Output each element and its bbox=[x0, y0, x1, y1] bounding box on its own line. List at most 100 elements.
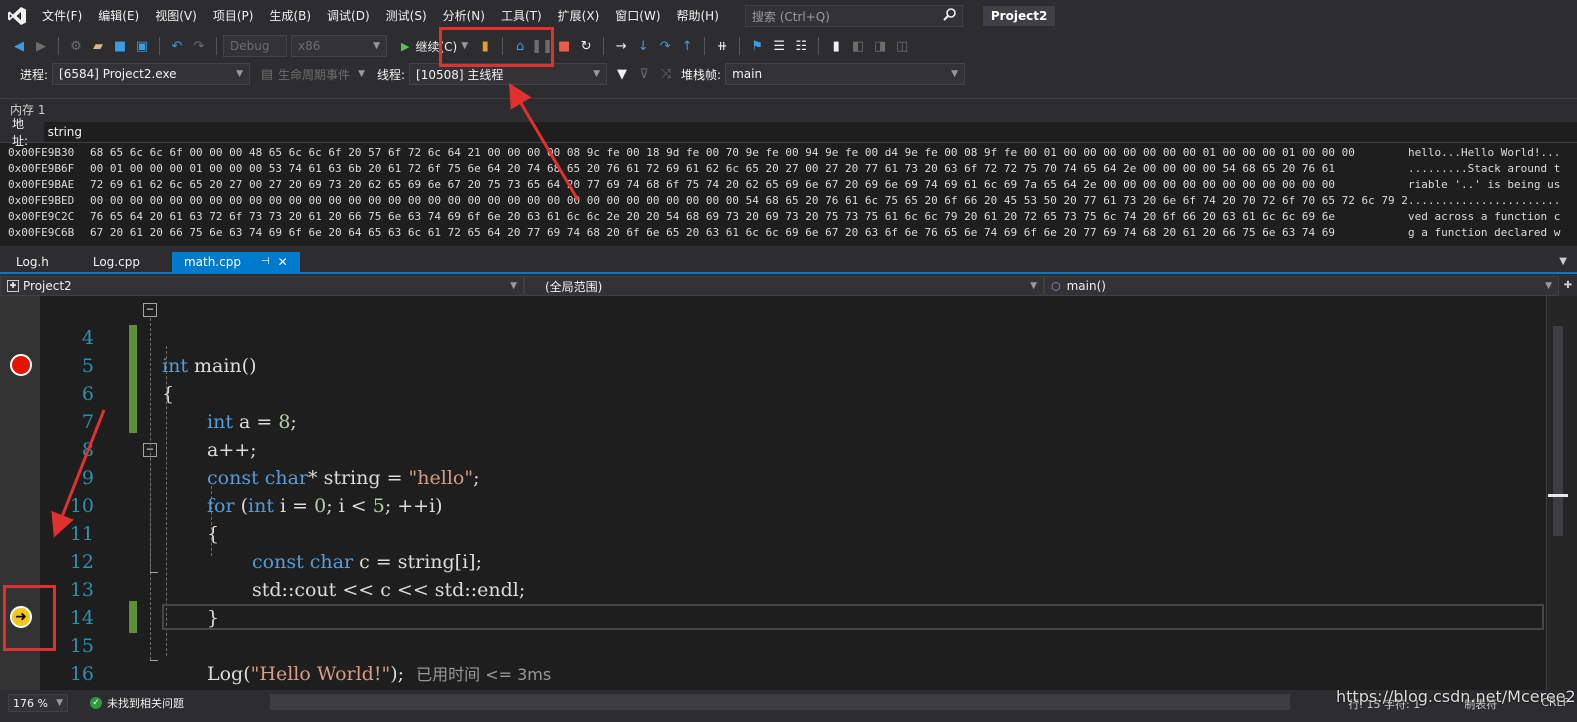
code-line[interactable]: 16 } bbox=[40, 632, 1545, 713]
process-value: [6584] Project2.exe bbox=[59, 67, 177, 81]
code-line[interactable]: 10 { bbox=[40, 464, 1545, 545]
string-literal: "Hello World!" bbox=[250, 663, 391, 685]
code-line[interactable]: 7 a++; bbox=[40, 380, 1545, 461]
code-line[interactable]: 9 for (int i = 0; i < 5; ++i) bbox=[40, 436, 1545, 517]
stop-debugging-icon[interactable]: ■ bbox=[553, 35, 575, 57]
code-line[interactable]: 14 bbox=[40, 576, 1545, 629]
clear-bookmarks-icon[interactable]: ◫ bbox=[891, 35, 913, 57]
next-bookmark-icon[interactable]: ◨ bbox=[869, 35, 891, 57]
code-line[interactable]: 4 int main() bbox=[40, 296, 1545, 377]
breakpoint-icon[interactable] bbox=[10, 354, 32, 376]
code-text: ); bbox=[390, 663, 405, 685]
memory-address: 0x00FE9C6B bbox=[8, 226, 75, 239]
flag-threads-icon[interactable]: ⤨ bbox=[655, 63, 677, 85]
memory-bytes: 00 00 00 00 00 00 00 00 00 00 00 00 00 0… bbox=[90, 194, 1408, 207]
code-editor[interactable]: ➜ − − 4 int main() 5 { 6 int a = 8; 7 a+… bbox=[0, 296, 1577, 713]
toolbar-divider bbox=[739, 37, 741, 55]
toolbar-divider bbox=[159, 37, 160, 55]
toolbar-divider bbox=[704, 37, 706, 55]
menu-extensions[interactable]: 扩展(X) bbox=[550, 0, 608, 32]
zoom-value: 176 % bbox=[13, 696, 48, 710]
show-next-statement-icon[interactable]: → bbox=[610, 35, 632, 57]
code-line[interactable]: 5 { bbox=[40, 324, 1545, 405]
menu-build[interactable]: 生成(B) bbox=[261, 0, 319, 32]
code-line[interactable]: 13 } bbox=[40, 548, 1545, 629]
menu-view[interactable]: 视图(V) bbox=[147, 0, 205, 32]
filter-flagged-icon[interactable]: ⊽ bbox=[633, 63, 655, 85]
memory-row[interactable]: 0x00FE9C2C 76 65 64 20 61 63 72 6f 73 73 … bbox=[0, 209, 1577, 225]
filter-icon[interactable]: ▼ bbox=[611, 63, 633, 85]
memory-ascii: hello...Hello World!... bbox=[1408, 146, 1561, 159]
restart-icon[interactable]: ↻ bbox=[575, 35, 597, 57]
step-out-icon[interactable]: ↑ bbox=[676, 35, 698, 57]
step-over-icon[interactable]: ↷ bbox=[654, 35, 676, 57]
zoom-select[interactable]: 176 % ▼ bbox=[8, 694, 68, 712]
menu-help[interactable]: 帮助(H) bbox=[669, 0, 727, 32]
address-input[interactable]: string bbox=[43, 121, 1577, 142]
play-icon: ▶ bbox=[401, 39, 410, 53]
scope-value: (全局范围) bbox=[545, 279, 603, 294]
close-icon[interactable]: ✕ bbox=[278, 252, 288, 272]
code-line[interactable]: 8 const char* string = "hello"; bbox=[40, 408, 1545, 489]
code-line[interactable]: 12 std::cout << c << std::endl; bbox=[40, 520, 1545, 601]
menu-debug[interactable]: 调试(D) bbox=[319, 0, 378, 32]
code-line[interactable]: 6 int a = 8; bbox=[40, 352, 1545, 433]
memory-ascii: ved across a function c bbox=[1408, 210, 1561, 223]
scrollbar-thumb[interactable] bbox=[1553, 326, 1563, 536]
new-project-icon[interactable]: ⚙ bbox=[65, 35, 87, 57]
code-line[interactable]: 11 const char c = string[i]; bbox=[40, 492, 1545, 573]
horizontal-scrollbar[interactable] bbox=[270, 694, 1290, 710]
thread-flag-icon[interactable]: ⚑ bbox=[746, 35, 768, 57]
save-all-icon[interactable]: ▣ bbox=[131, 35, 153, 57]
process-select[interactable]: [6584] Project2.exe ▼ bbox=[52, 63, 251, 85]
vertical-scrollbar[interactable] bbox=[1546, 296, 1577, 690]
tab-math-cpp[interactable]: math.cpp ⊣ ✕ bbox=[171, 252, 300, 272]
undo-icon[interactable]: ↶ bbox=[166, 35, 188, 57]
configuration-select[interactable]: Debug bbox=[223, 35, 287, 57]
forward-icon[interactable]: ▶ bbox=[30, 35, 52, 57]
comment-icon[interactable]: ☰ bbox=[768, 35, 790, 57]
split-icon[interactable]: ✚ bbox=[1559, 276, 1577, 296]
save-icon[interactable]: ■ bbox=[109, 35, 131, 57]
menu-window[interactable]: 窗口(W) bbox=[607, 0, 668, 32]
step-into-icon[interactable]: ↓ bbox=[632, 35, 654, 57]
memory-row[interactable]: 0x00FE9B6F 00 01 00 00 00 01 00 00 00 53 … bbox=[0, 161, 1577, 177]
menu-project[interactable]: 项目(P) bbox=[205, 0, 262, 32]
visual-studio-logo-icon[interactable] bbox=[0, 0, 34, 32]
code-line-current[interactable]: 15 Log("Hello World!"); 已用时间 <= 3ms bbox=[40, 604, 1545, 685]
tab-log-h[interactable]: Log.h bbox=[4, 252, 61, 272]
scope-select[interactable]: (全局范围) ▼ bbox=[524, 276, 1044, 296]
tab-overflow-icon[interactable]: ▼ bbox=[1559, 252, 1577, 272]
memory-row[interactable]: 0x00FE9BAE 72 69 61 62 6c 65 20 27 00 27 … bbox=[0, 177, 1577, 193]
memory-address: 0x00FE9C2C bbox=[8, 210, 75, 223]
issues-text: 未找到相关问题 bbox=[107, 697, 184, 710]
menu-edit[interactable]: 编辑(E) bbox=[90, 0, 147, 32]
memory-row[interactable]: 0x00FE9B30 68 65 6c 6c 6f 00 00 00 48 65 … bbox=[0, 145, 1577, 161]
project-select[interactable]: ✚ Project2 ▼ bbox=[0, 276, 524, 296]
menu-file[interactable]: 文件(F) bbox=[34, 0, 90, 32]
issues-indicator[interactable]: ✓ 未找到相关问题 bbox=[90, 695, 184, 711]
redo-icon[interactable]: ↷ bbox=[188, 35, 210, 57]
prev-bookmark-icon[interactable]: ◧ bbox=[847, 35, 869, 57]
lifecycle-events-label[interactable]: 生命周期事件 bbox=[278, 66, 350, 83]
tab-log-cpp[interactable]: Log.cpp bbox=[81, 252, 152, 272]
memory-row[interactable]: 0x00FE9BED 00 00 00 00 00 00 00 00 00 00 … bbox=[0, 193, 1577, 209]
stack-frame-select[interactable]: main ▼ bbox=[725, 63, 966, 85]
open-file-icon[interactable]: ▰ bbox=[87, 35, 109, 57]
back-icon[interactable]: ◀ bbox=[8, 35, 30, 57]
uncomment-icon[interactable]: ☷ bbox=[790, 35, 812, 57]
platform-select[interactable]: x86 ▼ bbox=[291, 35, 387, 57]
lifecycle-icon: ▤ bbox=[260, 66, 274, 82]
memory-bytes: 76 65 64 20 61 63 72 6f 73 73 20 61 20 6… bbox=[90, 210, 1336, 223]
project-title: Project2 bbox=[982, 6, 1056, 26]
menu-test[interactable]: 测试(S) bbox=[378, 0, 435, 32]
perf-tip[interactable]: 已用时间 <= 3ms bbox=[416, 665, 551, 684]
memory-address: 0x00FE9BED bbox=[8, 194, 75, 207]
bookmark-icon[interactable]: ▮ bbox=[825, 35, 847, 57]
pin-icon[interactable]: ⊣ bbox=[261, 252, 270, 272]
member-select[interactable]: ⬡ main() ▼ bbox=[1044, 276, 1559, 296]
hex-display-icon[interactable]: ⧺ bbox=[711, 35, 733, 57]
chevron-down-icon[interactable]: ▼ bbox=[358, 69, 365, 79]
search-input[interactable]: 搜索 (Ctrl+Q) bbox=[744, 5, 963, 27]
memory-row[interactable]: 0x00FE9C6B 67 20 61 20 66 75 6e 63 74 69 … bbox=[0, 225, 1577, 241]
